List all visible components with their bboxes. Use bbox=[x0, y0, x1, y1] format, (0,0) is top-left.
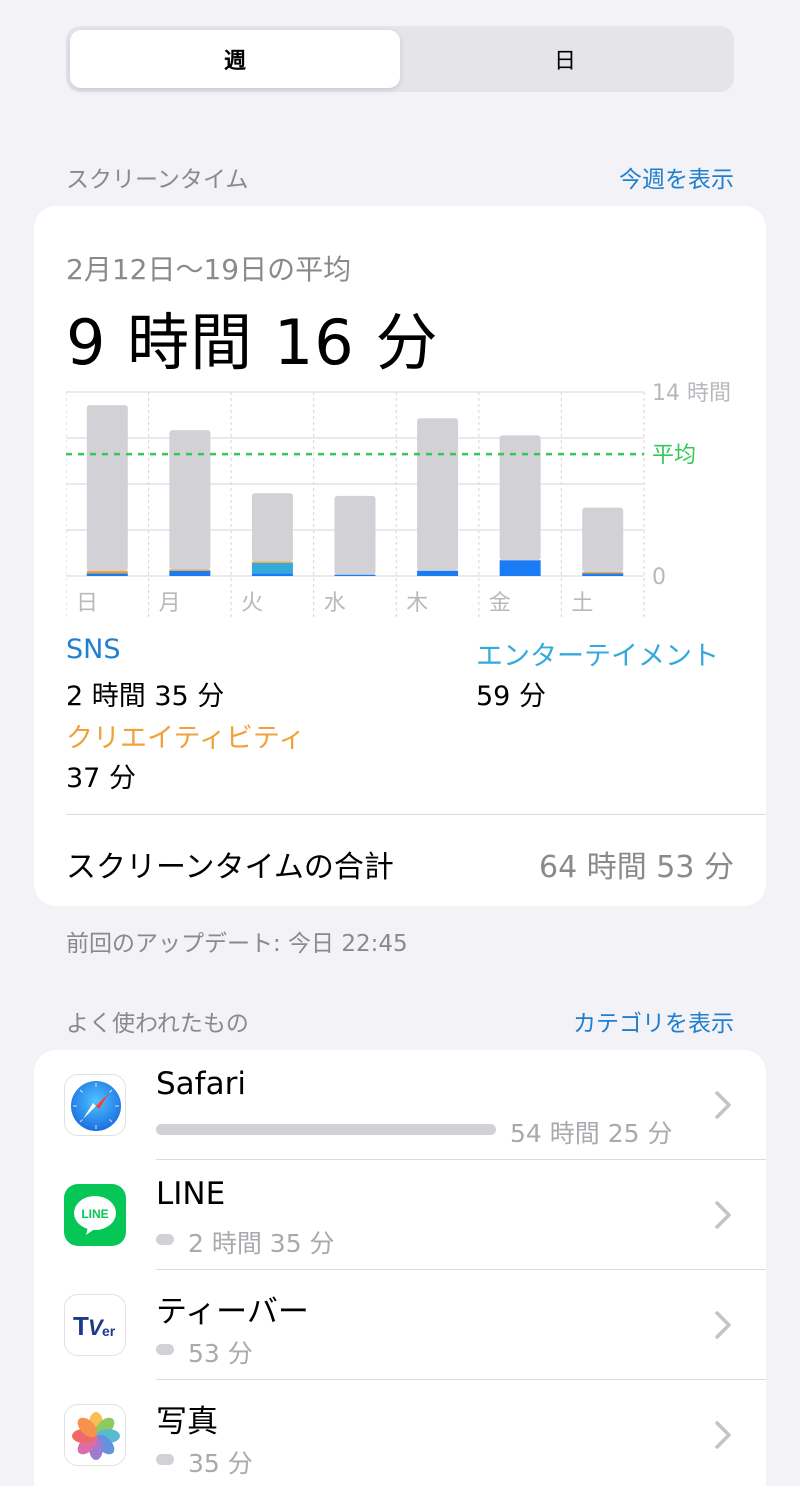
chart-bar bbox=[334, 574, 376, 576]
app-name: 写真 bbox=[156, 1404, 218, 1440]
chart-bar bbox=[251, 493, 293, 562]
chart-bar bbox=[86, 570, 128, 574]
last-updated-text: 前回のアップデート: 今日 22:45 bbox=[66, 931, 408, 957]
app-time: 53 分 bbox=[188, 1339, 253, 1368]
usage-bar bbox=[156, 1454, 174, 1465]
chart-x-tick-label: 火 bbox=[241, 591, 263, 616]
app-row-tver[interactable]: T V er ティーバー 53 分 bbox=[34, 1270, 766, 1380]
svg-text:er: er bbox=[102, 1323, 116, 1339]
average-value: 9 時間 16 分 bbox=[66, 306, 439, 379]
chart-bar bbox=[251, 573, 293, 576]
chart-bar bbox=[417, 570, 459, 576]
tver-icon: T V er bbox=[64, 1294, 126, 1356]
tab-day[interactable]: 日 bbox=[400, 30, 730, 88]
category-sns-label: SNS bbox=[66, 634, 121, 665]
svg-text:T: T bbox=[73, 1311, 89, 1341]
app-time: 2 時間 35 分 bbox=[188, 1229, 335, 1258]
chevron-right-icon bbox=[715, 1421, 731, 1449]
chart-bar bbox=[169, 570, 211, 576]
screen-time-header: スクリーンタイム 今週を表示 bbox=[66, 160, 734, 194]
chart-bar bbox=[251, 561, 293, 563]
screen-time-card: 2月12日〜19日の平均 9 時間 16 分 日 月 火 水 木 金 土 平均 14 時間 0 S… bbox=[34, 206, 766, 906]
average-period-label: 2月12日〜19日の平均 bbox=[66, 253, 352, 286]
show-this-week-link[interactable]: 今週を表示 bbox=[619, 160, 734, 194]
total-label: スクリーンタイムの合計 bbox=[66, 850, 394, 885]
svg-text:LINE: LINE bbox=[81, 1207, 108, 1221]
chart-bar bbox=[499, 560, 541, 576]
category-entertainment-label: エンターテイメント bbox=[476, 641, 719, 672]
chart-bar bbox=[169, 569, 211, 571]
chevron-right-icon bbox=[715, 1091, 731, 1119]
photos-icon bbox=[64, 1404, 126, 1466]
line-icon: LINE bbox=[64, 1184, 126, 1246]
category-entertainment-value: 59 分 bbox=[476, 681, 546, 712]
tab-week[interactable]: 週 bbox=[70, 30, 400, 88]
most-used-header: よく使われたもの カテゴリを表示 bbox=[66, 1004, 734, 1038]
usage-bar bbox=[156, 1234, 174, 1245]
chart-x-tick-label: 水 bbox=[324, 591, 346, 616]
chart-bar bbox=[86, 573, 128, 576]
chart-bar bbox=[582, 507, 624, 573]
app-row-line[interactable]: LINE LINE 2 時間 35 分 bbox=[34, 1160, 766, 1270]
safari-icon bbox=[64, 1074, 126, 1136]
app-time: 54 時間 25 分 bbox=[510, 1119, 673, 1148]
most-used-title: よく使われたもの bbox=[66, 1011, 249, 1037]
daily-usage-chart[interactable]: 日 月 火 水 木 金 土 平均 14 時間 0 bbox=[65, 381, 734, 618]
app-name: LINE bbox=[156, 1176, 226, 1212]
show-categories-link[interactable]: カテゴリを表示 bbox=[573, 1004, 734, 1038]
chart-x-tick-label: 木 bbox=[406, 591, 428, 616]
chart-x-tick-label: 月 bbox=[159, 591, 181, 616]
app-name: Safari bbox=[156, 1066, 246, 1102]
chart-bar bbox=[169, 430, 211, 570]
chart-x-tick-label: 金 bbox=[489, 591, 511, 616]
chart-bar bbox=[334, 495, 376, 575]
most-used-list: Safari 54 時間 25 分 LINE LINE 2 時間 35 分 T … bbox=[34, 1050, 766, 1486]
app-name: ティーバー bbox=[156, 1294, 309, 1330]
category-creativity-label: クリエイティビティ bbox=[66, 723, 306, 754]
chart-bar bbox=[582, 573, 624, 576]
category-sns-value: 2 時間 35 分 bbox=[66, 681, 225, 712]
period-segmented-control: 週 日 bbox=[66, 26, 734, 92]
category-creativity-value: 37 分 bbox=[66, 763, 136, 794]
app-row-safari[interactable]: Safari 54 時間 25 分 bbox=[34, 1050, 766, 1160]
chart-bar bbox=[251, 562, 293, 574]
chart-svg: 日 月 火 水 木 金 土 平均 14 時間 0 bbox=[65, 381, 731, 618]
chart-x-tick-label: 土 bbox=[571, 591, 593, 616]
chart-average-label: 平均 bbox=[652, 443, 696, 468]
chart-y-tick-label: 14 時間 bbox=[652, 382, 731, 406]
chart-y-tick-label: 0 bbox=[652, 565, 666, 590]
chart-bar bbox=[86, 405, 128, 571]
chart-bar bbox=[417, 418, 459, 571]
chart-bar bbox=[582, 572, 624, 574]
chart-x-tick-label: 日 bbox=[76, 591, 98, 616]
usage-bar bbox=[156, 1124, 496, 1135]
screen-time-title: スクリーンタイム bbox=[66, 167, 249, 193]
chevron-right-icon bbox=[715, 1311, 731, 1339]
total-value: 64 時間 53 分 bbox=[539, 850, 734, 885]
card-divider bbox=[66, 814, 766, 815]
chevron-right-icon bbox=[715, 1201, 731, 1229]
app-row-photos[interactable]: 写真 35 分 bbox=[34, 1380, 766, 1486]
app-time: 35 分 bbox=[188, 1449, 253, 1478]
usage-bar bbox=[156, 1344, 174, 1355]
